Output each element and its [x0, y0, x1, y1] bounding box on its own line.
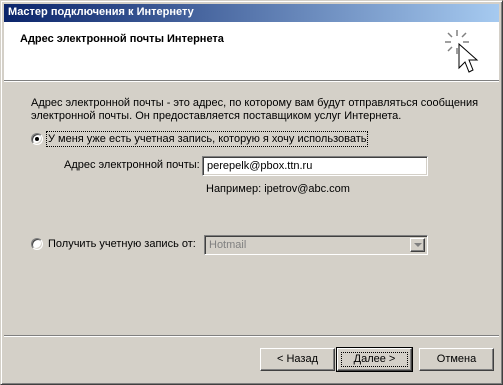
- back-button[interactable]: < Назад: [260, 348, 335, 371]
- provider-select[interactable]: Hotmail: [204, 235, 428, 255]
- get-account-option[interactable]: Получить учетную запись от:: [31, 238, 196, 250]
- email-example: Например: ipetrov@abc.com: [206, 183, 350, 195]
- page-title: Адрес электронной почты Интернета: [20, 33, 224, 45]
- footer-divider: [4, 335, 499, 337]
- title-bar[interactable]: Мастер подключения к Интернету: [4, 4, 499, 22]
- have-account-label[interactable]: У меня уже есть учетная запись, которую …: [45, 131, 369, 147]
- next-button[interactable]: Далее >: [336, 347, 413, 372]
- get-account-label[interactable]: Получить учетную запись от:: [48, 238, 196, 250]
- wizard-window: Мастер подключения к Интернету Адрес эле…: [0, 0, 503, 385]
- window-title: Мастер подключения к Интернету: [8, 6, 194, 18]
- cancel-button[interactable]: Отмена: [419, 348, 494, 371]
- wizard-header: Адрес электронной почты Интернета: [4, 22, 499, 80]
- get-account-radio[interactable]: [31, 238, 43, 250]
- header-divider: [4, 80, 499, 82]
- email-field[interactable]: perepelk@pbox.ttn.ru: [202, 156, 428, 176]
- have-account-option[interactable]: У меня уже есть учетная запись, которую …: [31, 131, 369, 147]
- provider-select-value: Hotmail: [209, 239, 247, 251]
- chevron-down-icon[interactable]: [410, 238, 425, 252]
- email-label: Адрес электронной почты:: [64, 159, 200, 171]
- description-text: Адрес электронной почты - это адрес, по …: [31, 97, 479, 122]
- wizard-wand-icon: [445, 30, 479, 73]
- have-account-radio[interactable]: [31, 133, 43, 145]
- next-button-label: Далее >: [338, 349, 411, 370]
